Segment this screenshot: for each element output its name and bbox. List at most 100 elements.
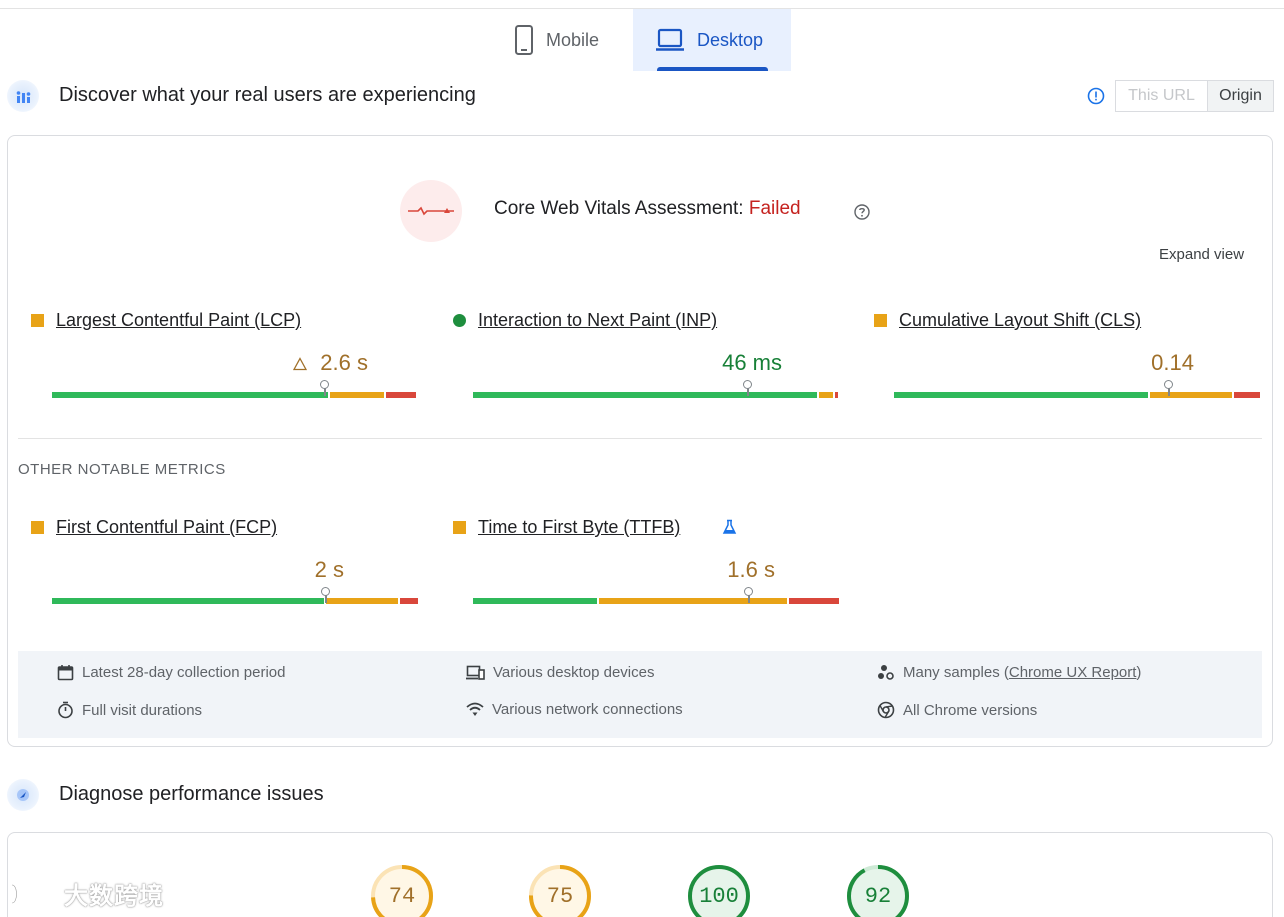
watermark-text: 大数跨境 [64, 883, 164, 910]
samples-suffix: ) [1136, 664, 1142, 681]
tab-mobile[interactable]: Mobile [492, 9, 632, 71]
good-segment [473, 392, 817, 398]
stopwatch-icon [58, 701, 73, 719]
samples-text: Many samples (Chrome UX Report) [903, 664, 1141, 681]
origin-toggle[interactable]: Origin [1207, 80, 1274, 112]
good-segment [52, 392, 328, 398]
score-gauge-performance[interactable]: 74 [370, 864, 434, 917]
metric-cls-name: Cumulative Layout Shift (CLS) [899, 310, 1142, 330]
chrome-ux-report-link[interactable]: Chrome UX Report [1009, 664, 1137, 681]
tab-desktop[interactable]: Desktop [633, 9, 791, 71]
score-gauge-seo[interactable]: 92 [846, 864, 910, 917]
average-segment [1150, 392, 1232, 398]
metric-inp-distribution-bar [473, 392, 838, 398]
needs-improvement-marker [874, 314, 887, 327]
other-metrics-label: OTHER NOTABLE METRICS [18, 461, 226, 478]
metric-inp-value: 46 ms [722, 350, 782, 375]
lab-scores-card [7, 832, 1273, 917]
metrics-divider [18, 438, 1262, 439]
failed-vitals-icon [400, 180, 462, 242]
field-section-title: Discover what your real users are experi… [59, 84, 476, 106]
poor-segment [789, 598, 839, 604]
tab-desktop-label: Desktop [697, 29, 764, 50]
metric-cls-link[interactable]: Cumulative Layout Shift (CLS) [874, 310, 1141, 331]
pin-stem [325, 595, 327, 603]
network-info: Various network connections [466, 701, 683, 718]
needs-improvement-marker [31, 314, 44, 327]
score-value: 100 [699, 884, 739, 909]
metric-lcp-value: 2.6 s [320, 350, 368, 375]
calendar-icon [57, 665, 74, 681]
samples-icon [878, 665, 894, 680]
score-value: 75 [546, 884, 574, 909]
metric-lcp-link[interactable]: Largest Contentful Paint (LCP) [31, 310, 301, 331]
flask-icon [722, 519, 737, 534]
phone-icon [515, 25, 533, 55]
good-segment [473, 598, 597, 604]
users-chart-icon [7, 80, 39, 112]
poor-segment [835, 392, 838, 398]
metric-fcp-distribution-bar [52, 598, 418, 604]
devices-info: Various desktop devices [466, 664, 654, 681]
poor-segment [400, 598, 418, 604]
watermark: 大数跨境 [8, 876, 164, 911]
metric-ttfb-name: Time to First Byte (TTFB) [478, 517, 681, 537]
score-value: 74 [388, 884, 416, 909]
good-marker [453, 314, 466, 327]
metric-ttfb-link[interactable]: Time to First Byte (TTFB) [453, 517, 680, 538]
watermark-logo-icon [11, 883, 54, 904]
metric-ttfb-distribution-bar [473, 598, 839, 604]
pin-stem [747, 388, 749, 396]
score-gauge-accessibility[interactable]: 75 [528, 864, 592, 917]
pin-stem [748, 595, 750, 603]
score-gauge-best-practices[interactable]: 100 [687, 864, 751, 917]
average-segment [326, 598, 398, 604]
assessment-heading: Core Web Vitals Assessment: Failed [494, 198, 801, 220]
laptop-icon [656, 28, 684, 51]
help-icon[interactable] [853, 203, 871, 221]
poor-segment [386, 392, 416, 398]
devices-text: Various desktop devices [493, 664, 655, 681]
diagnose-icon [7, 779, 39, 811]
good-segment [52, 598, 324, 604]
chrome-versions-info: All Chrome versions [877, 701, 1037, 719]
active-tab-indicator [657, 67, 768, 71]
metric-lcp-distribution-bar [52, 392, 416, 398]
needs-improvement-marker [453, 521, 466, 534]
metric-fcp-link[interactable]: First Contentful Paint (FCP) [31, 517, 277, 538]
metric-inp-name: Interaction to Next Paint (INP) [478, 310, 718, 330]
network-text: Various network connections [492, 701, 683, 718]
metric-cls-value: 0.14 [1151, 350, 1194, 375]
samples-prefix: Many samples ( [903, 664, 1009, 681]
metric-cls-distribution-bar [894, 392, 1260, 398]
needs-improvement-marker [31, 521, 44, 534]
devices-icon [466, 665, 485, 680]
wifi-icon [466, 702, 484, 716]
chrome-icon [877, 701, 895, 719]
metric-inp-link[interactable]: Interaction to Next Paint (INP) [453, 310, 717, 331]
metric-fcp-value: 2 s [314, 557, 344, 582]
good-segment [894, 392, 1148, 398]
average-segment [819, 392, 833, 398]
score-value: 92 [864, 884, 892, 909]
metric-lcp-name: Largest Contentful Paint (LCP) [56, 310, 302, 330]
metric-ttfb-value: 1.6 s [727, 557, 775, 582]
samples-info: Many samples (Chrome UX Report) [877, 664, 1141, 681]
average-segment [330, 392, 384, 398]
this-url-toggle[interactable]: This URL [1115, 80, 1208, 112]
expand-view-link[interactable]: Expand view [1159, 246, 1244, 263]
info-icon[interactable] [1087, 87, 1105, 105]
assessment-label: Core Web Vitals Assessment: [494, 198, 749, 219]
collection-period-text: Latest 28-day collection period [82, 664, 286, 681]
poor-segment [1234, 392, 1260, 398]
collection-period-info: Latest 28-day collection period [57, 664, 285, 681]
tab-mobile-label: Mobile [546, 29, 600, 50]
pin-stem [324, 388, 326, 396]
visit-durations-info: Full visit durations [57, 701, 202, 719]
average-segment [599, 598, 787, 604]
metric-fcp-name: First Contentful Paint (FCP) [56, 517, 278, 537]
visit-durations-text: Full visit durations [82, 701, 203, 719]
assessment-status: Failed [748, 198, 801, 219]
chrome-versions-text: All Chrome versions [903, 701, 1038, 719]
diagnose-section-title: Diagnose performance issues [59, 783, 324, 805]
